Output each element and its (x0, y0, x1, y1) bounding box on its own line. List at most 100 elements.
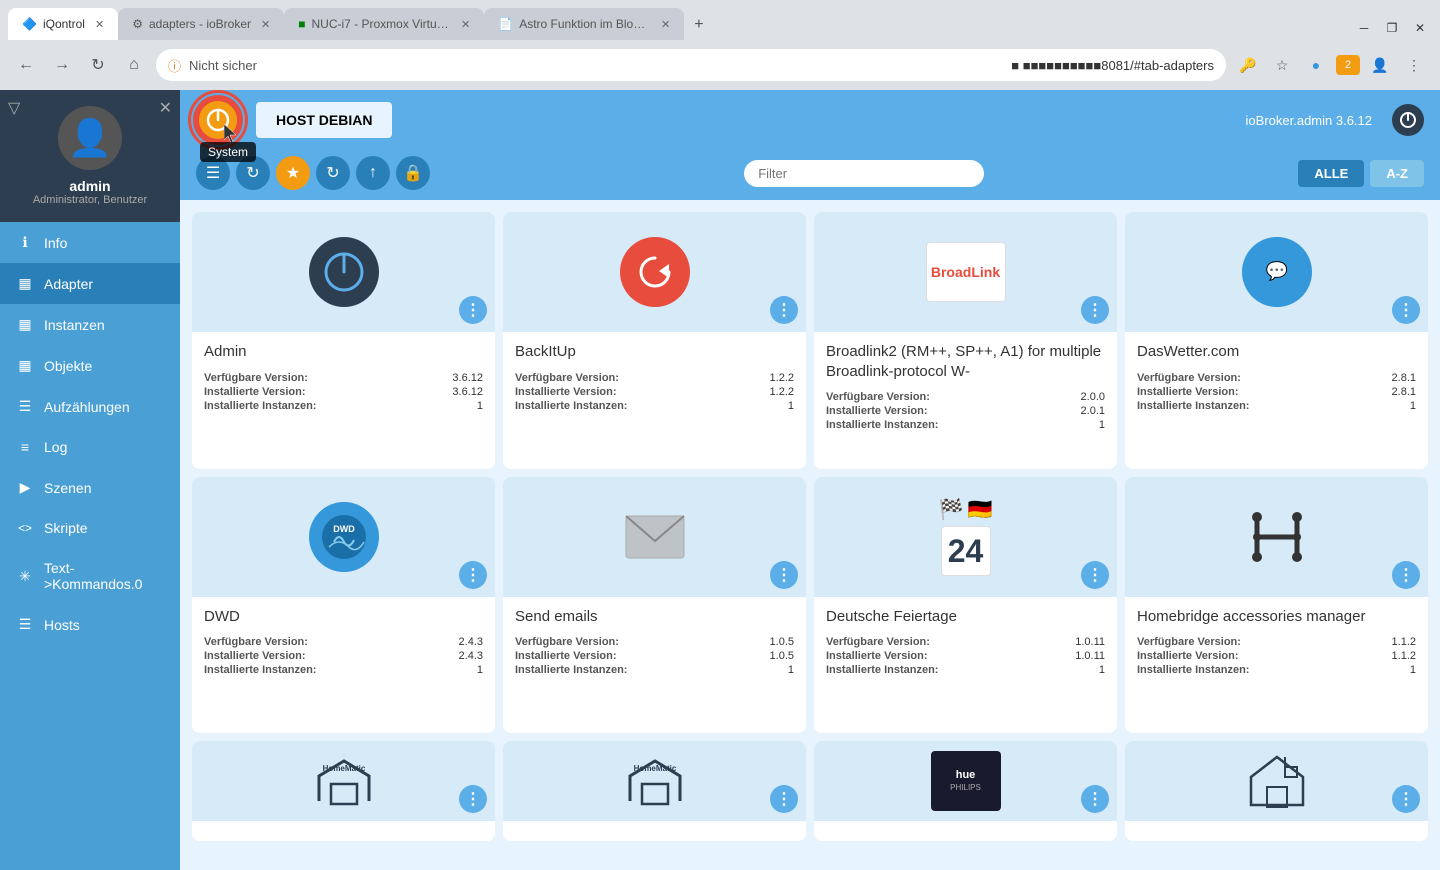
objekte-icon: ▦ (16, 357, 34, 374)
szenen-icon: ▶ (16, 479, 34, 496)
dwd-card-body: DWD Verfügbare Version: 2.4.3 Installier… (192, 597, 495, 734)
minimize-button[interactable]: ─ (1352, 16, 1376, 40)
homematic1-more-button[interactable]: ⋮ (459, 785, 487, 813)
sidebar-item-hosts[interactable]: ☰ Hosts (0, 604, 180, 645)
avatar-icon: 👤 (68, 117, 113, 159)
browser-tab-4[interactable]: 📄 Astro Funktion im Blockly immer... ✕ (484, 8, 684, 40)
extension-icon[interactable]: ● (1302, 51, 1330, 79)
account-icon[interactable]: 👤 (1366, 51, 1394, 79)
daswetter-more-button[interactable]: ⋮ (1392, 296, 1420, 324)
sidebar-item-objekte[interactable]: ▦ Objekte (0, 345, 180, 386)
admin-more-button[interactable]: ⋮ (459, 296, 487, 324)
house-more-button[interactable]: ⋮ (1392, 785, 1420, 813)
backitup-inst: Installierte Instanzen: 1 (515, 400, 794, 412)
home-button[interactable]: ⌂ (120, 51, 148, 79)
sidebar-item-info[interactable]: ℹ Info (0, 222, 180, 263)
host-button[interactable]: HOST DEBIAN (256, 102, 392, 138)
sidebar-item-skripte[interactable]: <> Skripte (0, 508, 180, 548)
backitup-vv: Verfügbare Version: 1.2.2 (515, 372, 794, 384)
sidebar-item-instanzen[interactable]: ▦ Instanzen (0, 304, 180, 345)
key-icon[interactable]: 🔑 (1234, 51, 1262, 79)
admin-card-body: Admin Verfügbare Version: 3.6.12 Install… (192, 332, 495, 469)
sidebar-item-text-kommandos-label: Text->Kommandos.0 (44, 560, 164, 592)
broadlink-more-button[interactable]: ⋮ (1081, 296, 1109, 324)
backitup-more-button[interactable]: ⋮ (770, 296, 798, 324)
adapter-icon: ▦ (16, 275, 34, 292)
adapter-card-homebridge: ⋮ Homebridge accessories manager Verfügb… (1125, 477, 1428, 734)
power-icon[interactable] (1392, 104, 1424, 136)
email-card-title: Send emails (515, 607, 794, 627)
admin-instanzen: Installierte Instanzen: 1 (204, 400, 483, 412)
updates-button[interactable]: ↑ (356, 156, 390, 190)
security-button[interactable]: 🔒 (396, 156, 430, 190)
admin-icon-area: ⋮ (192, 212, 495, 332)
dwd-more-button[interactable]: ⋮ (459, 561, 487, 589)
tab4-favicon: 📄 (498, 17, 513, 31)
daswetter-card-body: DasWetter.com Verfügbare Version: 2.8.1 … (1125, 332, 1428, 469)
sidebar-item-info-label: Info (44, 235, 67, 251)
forward-button[interactable]: → (48, 51, 76, 79)
sidebar-item-adapter[interactable]: ▦ Adapter (0, 263, 180, 304)
homebridge-icon (1242, 507, 1312, 567)
house-svg (1247, 753, 1307, 809)
dwd-card-title: DWD (204, 607, 483, 627)
svg-text:HomeMatic: HomeMatic (633, 764, 676, 773)
browser-tab-3[interactable]: ■ NUC-i7 - Proxmox Virtual Enviro... ✕ (284, 8, 484, 40)
reload-button[interactable]: ↻ (84, 51, 112, 79)
sidebar-item-text-kommandos[interactable]: ✳ Text->Kommandos.0 (0, 548, 180, 604)
badge-icon[interactable]: 2 (1336, 55, 1360, 75)
email-card-body: Send emails Verfügbare Version: 1.0.5 In… (503, 597, 806, 734)
tab3-favicon: ■ (298, 17, 305, 31)
sidebar-item-szenen[interactable]: ▶ Szenen (0, 467, 180, 508)
back-button[interactable]: ← (12, 51, 40, 79)
de-flag-emoji: 🇩🇪 (968, 497, 993, 522)
homebridge-more-button[interactable]: ⋮ (1392, 561, 1420, 589)
homematic2-icon: HomeMatic (620, 756, 690, 806)
daswetter-card-title: DasWetter.com (1137, 342, 1416, 362)
admin-inst-label: Installierte Instanzen: (204, 400, 316, 412)
star-icon[interactable]: ☆ (1268, 51, 1296, 79)
installed-button[interactable]: ↻ (316, 156, 350, 190)
view-alle-button[interactable]: ALLE (1298, 160, 1364, 187)
restore-button[interactable]: ❐ (1380, 16, 1404, 40)
new-tab-button[interactable]: + (684, 10, 713, 40)
adapter-card-house: ⋮ (1125, 741, 1428, 841)
tab3-close[interactable]: ✕ (461, 18, 470, 31)
menu-icon[interactable]: ⋮ (1400, 51, 1428, 79)
view-az-button[interactable]: A-Z (1370, 160, 1424, 187)
admin-installierte-version: Installierte Version: 3.6.12 (204, 386, 483, 398)
broadlink-iv: Installierte Version: 2.0.1 (826, 405, 1105, 417)
sidebar-item-adapter-label: Adapter (44, 276, 93, 292)
dropdown-icon[interactable]: ▽ (8, 98, 20, 118)
tab2-close[interactable]: ✕ (261, 18, 270, 31)
broadlink-card-body: Broadlink2 (RM++, SP++, A1) for multiple… (814, 332, 1117, 469)
browser-tab-2[interactable]: ⚙ adapters - ioBroker ✕ (118, 8, 284, 40)
backitup-icon-area: ⋮ (503, 212, 806, 332)
feiertage-more-button[interactable]: ⋮ (1081, 561, 1109, 589)
homematic2-more-button[interactable]: ⋮ (770, 785, 798, 813)
email-more-button[interactable]: ⋮ (770, 561, 798, 589)
adapter-card-homematic1: HomeMatic ⋮ (192, 741, 495, 841)
hue-more-button[interactable]: ⋮ (1081, 785, 1109, 813)
homebridge-card-body: Homebridge accessories manager Verfügbar… (1125, 597, 1428, 734)
address-bar[interactable]: ⓘ Nicht sicher ■ ■■■■■■■■■■8081/#tab-ada… (156, 49, 1226, 81)
close-window-button[interactable]: ✕ (1408, 16, 1432, 40)
dwd-inst: Installierte Instanzen: 1 (204, 664, 483, 676)
filter-input[interactable] (744, 160, 984, 187)
tab4-label: Astro Funktion im Blockly immer... (519, 17, 651, 31)
sidebar-header: ▽ ✕ 👤 admin Administrator, Benutzer (0, 90, 180, 222)
power-icon-svg (1399, 111, 1417, 129)
calendar-number: 24 (941, 526, 991, 576)
user-name: admin (69, 178, 110, 194)
sidebar-item-aufzahlungen[interactable]: ☰ Aufzählungen (0, 386, 180, 427)
homematic2-icon-area: HomeMatic ⋮ (503, 741, 806, 821)
browser-tab-1[interactable]: 🔷 iQontrol ✕ (8, 8, 118, 40)
hue-brand-text: hue (956, 770, 976, 781)
sidebar-close-button[interactable]: ✕ (159, 98, 172, 118)
tab2-label: adapters - ioBroker (149, 17, 251, 31)
favorites-button[interactable]: ★ (276, 156, 310, 190)
tab4-close[interactable]: ✕ (661, 18, 670, 31)
sidebar-item-log[interactable]: ≡ Log (0, 427, 180, 467)
tab1-close[interactable]: ✕ (95, 18, 104, 31)
daswetter-vv: Verfügbare Version: 2.8.1 (1137, 372, 1416, 384)
